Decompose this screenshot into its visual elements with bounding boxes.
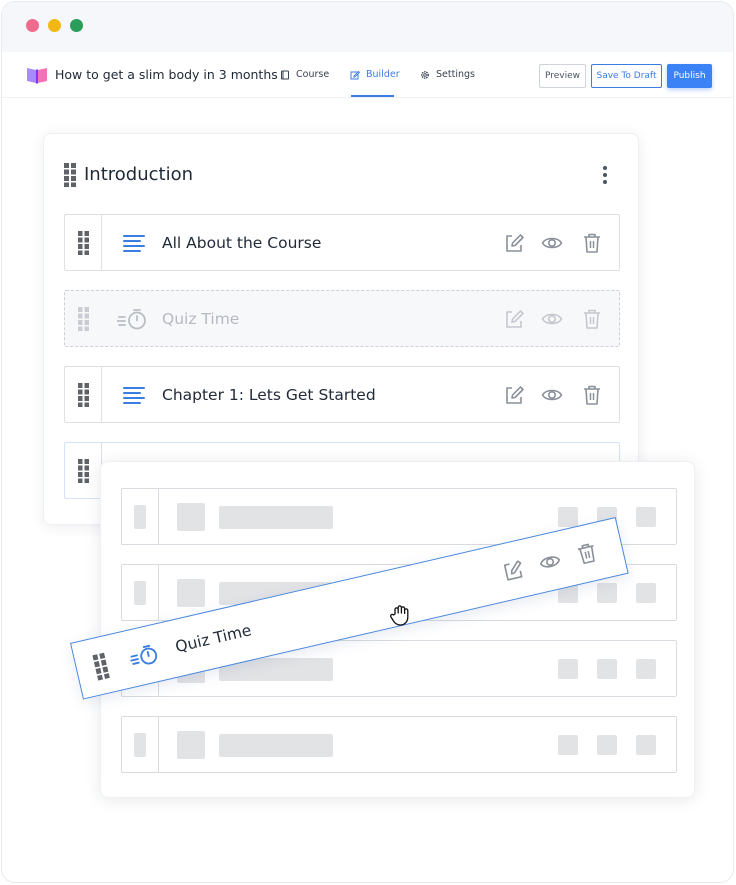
course-builder-topbar: How to get a slim body in 3 months Cours… xyxy=(2,52,733,98)
maximize-window-dot[interactable] xyxy=(70,19,83,32)
lesson-row[interactable]: All About the Course xyxy=(64,214,620,271)
skeleton-block xyxy=(636,507,656,527)
close-window-dot[interactable] xyxy=(26,19,39,32)
grab-hand-cursor-icon xyxy=(390,605,409,626)
lesson-row[interactable]: Chapter 1: Lets Get Started xyxy=(64,366,620,423)
skeleton-block xyxy=(177,579,205,607)
edit-icon[interactable] xyxy=(503,232,525,254)
skeleton-block xyxy=(558,659,578,679)
stopwatch-icon xyxy=(130,644,158,665)
quiz-title: Quiz Time xyxy=(162,310,240,328)
row-grip-area[interactable] xyxy=(65,367,102,422)
skeleton-grip xyxy=(122,717,159,772)
skeleton-block xyxy=(177,731,205,759)
skeleton-block xyxy=(597,735,617,755)
edit-icon xyxy=(350,70,360,79)
skeleton-block xyxy=(597,659,617,679)
skeleton-block xyxy=(558,735,578,755)
row-grip-area[interactable] xyxy=(65,443,102,498)
skeleton-row xyxy=(121,716,677,773)
eye-icon[interactable] xyxy=(541,232,563,254)
trash-icon[interactable] xyxy=(581,384,603,406)
tab-course-label: Course xyxy=(296,69,330,80)
book-icon xyxy=(281,70,289,79)
more-options-icon[interactable] xyxy=(602,165,608,185)
lesson-title: Chapter 1: Lets Get Started xyxy=(162,386,376,404)
skeleton-block xyxy=(219,506,333,529)
edit-icon xyxy=(506,309,525,328)
preview-button[interactable]: Preview xyxy=(539,64,586,88)
tab-builder[interactable]: Builder xyxy=(350,69,400,80)
window-titlebar xyxy=(2,2,733,52)
skeleton-block xyxy=(134,505,146,529)
row-grip-area xyxy=(65,291,102,346)
drag-handle-icon[interactable] xyxy=(78,383,89,407)
active-tab-indicator xyxy=(351,95,394,97)
skeleton-block xyxy=(219,734,333,757)
tab-settings[interactable]: Settings xyxy=(420,69,475,80)
edit-icon[interactable] xyxy=(503,384,525,406)
trash-icon[interactable] xyxy=(581,232,603,254)
drag-handle-icon[interactable] xyxy=(91,652,110,681)
trash-icon xyxy=(584,309,600,329)
app-window: How to get a slim body in 3 months Cours… xyxy=(1,1,734,883)
course-title: How to get a slim body in 3 months xyxy=(55,67,278,82)
skeleton-block xyxy=(597,583,617,603)
section-title: Introduction xyxy=(84,164,194,185)
tab-course[interactable]: Course xyxy=(280,69,329,80)
tab-settings-label: Settings xyxy=(436,69,475,80)
drag-handle-icon xyxy=(78,307,89,331)
eye-icon[interactable] xyxy=(537,549,563,575)
skeleton-block xyxy=(636,659,656,679)
edit-icon[interactable] xyxy=(500,557,526,583)
skeleton-block xyxy=(177,503,205,531)
minimize-window-dot[interactable] xyxy=(48,19,61,32)
quiz-title: Quiz Time xyxy=(173,621,254,657)
skeleton-grip xyxy=(122,565,159,620)
publish-button[interactable]: Publish xyxy=(667,64,712,88)
gear-icon xyxy=(421,70,429,79)
skeleton-block xyxy=(134,733,146,757)
skeleton-block xyxy=(558,507,578,527)
drag-handle-icon[interactable] xyxy=(78,459,89,483)
row-grip-area[interactable] xyxy=(65,215,102,270)
text-lines-icon xyxy=(123,235,145,252)
stopwatch-icon xyxy=(117,309,146,330)
skeleton-block xyxy=(636,583,656,603)
save-to-draft-button[interactable]: Save To Draft xyxy=(591,64,662,88)
section-drag-handle-icon[interactable] xyxy=(64,163,76,187)
text-lines-icon xyxy=(123,387,145,404)
skeleton-grip xyxy=(122,489,159,544)
skeleton-block xyxy=(134,581,146,605)
trash-icon[interactable] xyxy=(574,540,600,566)
tab-builder-label: Builder xyxy=(366,69,400,80)
eye-icon xyxy=(541,313,563,325)
eye-icon[interactable] xyxy=(541,384,563,406)
lesson-title: All About the Course xyxy=(162,234,322,252)
drop-placeholder-row[interactable]: Quiz Time xyxy=(64,290,620,347)
skeleton-block xyxy=(636,735,656,755)
open-book-logo-icon xyxy=(27,68,47,84)
drag-handle-icon[interactable] xyxy=(78,231,89,255)
